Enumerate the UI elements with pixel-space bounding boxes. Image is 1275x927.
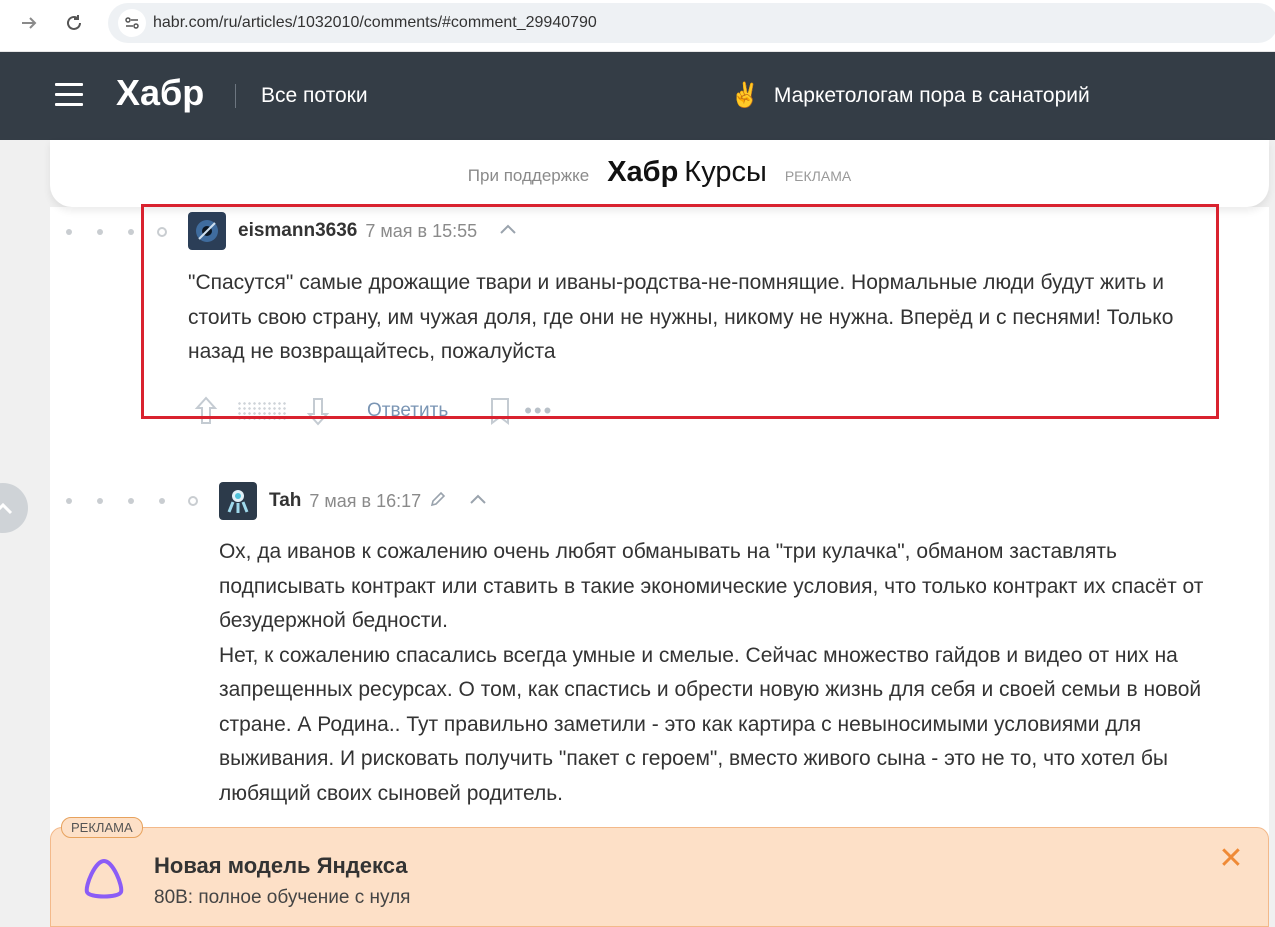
- promo-text: Маркетологам пора в санаторий: [773, 83, 1090, 107]
- ad-subtitle: 80B: полное обучение с нуля: [154, 887, 411, 908]
- comment-paragraph: Нет, к сожалению спасались всегда умные …: [219, 643, 1202, 805]
- avatar[interactable]: [219, 482, 257, 520]
- comment-header: Tah 7 мая в 16:17: [219, 482, 487, 520]
- thread-branch-marker: [188, 496, 198, 506]
- menu-icon[interactable]: [55, 83, 83, 107]
- comment-body: "Спасутся" самые дрожащие твари и иваны-…: [188, 271, 1174, 363]
- thread-branch-marker: [157, 227, 167, 237]
- victory-hand-icon: ✌: [730, 82, 760, 109]
- pencil-icon: [429, 490, 447, 513]
- chevron-up-icon[interactable]: [469, 492, 487, 510]
- sponsor-brand-courses: Курсы: [684, 156, 767, 188]
- reload-icon[interactable]: [59, 8, 89, 38]
- hidden-score: [237, 401, 287, 421]
- reply-button[interactable]: Ответить: [367, 400, 448, 422]
- comment-date[interactable]: 7 мая в 16:17: [309, 491, 421, 512]
- alice-logo-icon: [84, 858, 124, 899]
- more-options-icon[interactable]: •••: [524, 398, 553, 424]
- browser-toolbar: habr.com/ru/articles/1032010/comments/#c…: [0, 0, 1275, 52]
- ad-title: Новая модель Яндекса: [154, 853, 408, 878]
- sponsor-brand: Хабр: [607, 156, 679, 188]
- address-bar[interactable]: habr.com/ru/articles/1032010/comments/#c…: [108, 3, 1275, 43]
- thread-indent-dot: [97, 229, 103, 235]
- ad-tag: РЕКЛАМА: [61, 817, 143, 838]
- bookmark-icon[interactable]: [488, 396, 512, 426]
- thread-indent-dot: [128, 498, 134, 504]
- thread-indent-dot: [128, 229, 134, 235]
- comment-author[interactable]: Tah: [269, 490, 301, 512]
- comment-date[interactable]: 7 мая в 15:55: [365, 221, 477, 242]
- header-divider: [235, 84, 236, 108]
- close-icon[interactable]: ✕: [1218, 844, 1244, 874]
- comment-paragraph: Ох, да иванов к сожалению очень любят об…: [219, 540, 1204, 632]
- thread-indent-dot: [66, 498, 72, 504]
- avatar[interactable]: [188, 212, 226, 250]
- ad-banner[interactable]: РЕКЛАМА Новая модель Яндекса 80B: полное…: [50, 817, 1269, 927]
- site-logo[interactable]: Хабр: [116, 72, 204, 114]
- url-text[interactable]: habr.com/ru/articles/1032010/comments/#c…: [153, 14, 597, 32]
- thread-indent-dot: [97, 498, 103, 504]
- comment-actions: Ответить •••: [193, 395, 553, 427]
- sponsor-ad-label: РЕКЛАМА: [784, 168, 852, 184]
- all-streams-link[interactable]: Все потоки: [261, 84, 368, 108]
- sponsor-strip[interactable]: При поддержке Хабр Курсы РЕКЛАМА: [50, 140, 1269, 207]
- chevron-up-icon[interactable]: [499, 222, 517, 240]
- vote-up-icon[interactable]: [193, 395, 219, 427]
- promo-link[interactable]: ✌ Маркетологам пора в санаторий: [730, 81, 1090, 110]
- comment-body: Ох, да иванов к сожалению очень любят об…: [219, 535, 1249, 811]
- site-header: Хабр Все потоки ✌ Маркетологам пора в са…: [0, 52, 1275, 140]
- scroll-up-button[interactable]: [0, 483, 28, 533]
- sponsor-label: При поддержке: [467, 166, 590, 185]
- comment-author[interactable]: eismann3636: [238, 220, 357, 242]
- thread-indent-dot: [66, 229, 72, 235]
- vote-down-icon[interactable]: [305, 395, 331, 427]
- site-info-icon[interactable]: [118, 9, 146, 37]
- forward-icon[interactable]: [14, 8, 44, 38]
- comment-header: eismann3636 7 мая в 15:55: [188, 212, 517, 250]
- thread-indent-dot: [159, 498, 165, 504]
